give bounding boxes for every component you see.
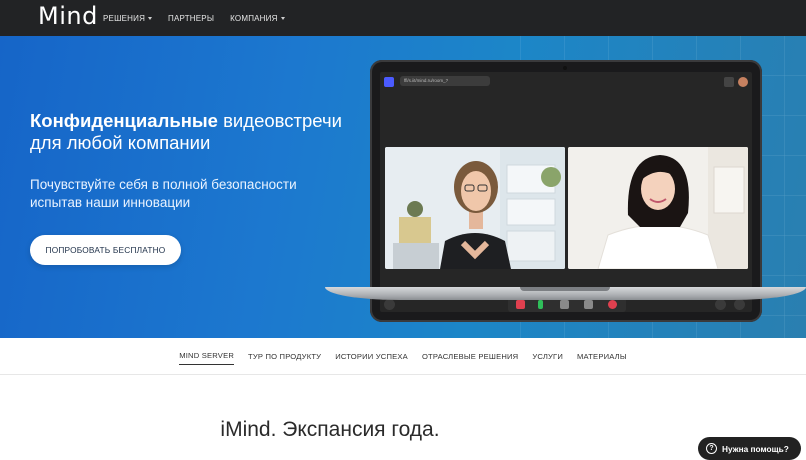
chevron-down-icon bbox=[148, 16, 153, 20]
nav-item-company[interactable]: КОМПАНИЯ bbox=[230, 13, 285, 23]
hero-title: Конфиденциальные видеовстречи для любой … bbox=[30, 110, 370, 154]
layout-icon bbox=[724, 77, 734, 87]
laptop-lid: ffl/s.iit/mind.ru/room_? bbox=[370, 60, 762, 322]
section-title: iMind. Экспансия года. bbox=[220, 418, 440, 441]
help-label: Нужна помощь? bbox=[722, 443, 789, 454]
avatar bbox=[738, 77, 748, 87]
product-subnav: MIND SERVER ТУР ПО ПРОДУКТУ ИСТОРИИ УСПЕ… bbox=[0, 338, 806, 375]
hero-title-bold: Конфиденциальные bbox=[30, 110, 218, 131]
nav-item-label: КОМПАНИЯ bbox=[230, 13, 278, 23]
participants-icon[interactable] bbox=[715, 299, 726, 310]
laptop-mockup: ffl/s.iit/mind.ru/room_? bbox=[370, 60, 762, 324]
site-logo[interactable]: Mind bbox=[38, 2, 98, 30]
participant-video-right bbox=[568, 147, 748, 269]
end-call-icon[interactable] bbox=[608, 300, 617, 309]
subnav-item-services[interactable]: УСЛУГИ bbox=[532, 348, 563, 365]
try-free-button[interactable]: ПОПРОБОВАТЬ БЕСПЛАТНО bbox=[30, 235, 181, 265]
video-call-screen: ffl/s.iit/mind.ru/room_? bbox=[380, 72, 752, 312]
chat-icon[interactable] bbox=[384, 299, 395, 310]
record-icon[interactable] bbox=[516, 300, 525, 309]
nav-item-solutions[interactable]: РЕШЕНИЯ bbox=[103, 13, 153, 23]
hero-subtitle: Почувствуйте себя в полной безопасности … bbox=[30, 177, 297, 210]
top-navbar: Mind РЕШЕНИЯ ПАРТНЕРЫ КОМПАНИЯ bbox=[0, 0, 806, 36]
messages-icon[interactable] bbox=[734, 299, 745, 310]
laptop-base-wrap bbox=[325, 323, 806, 338]
question-icon: ? bbox=[706, 443, 717, 454]
app-logo-icon bbox=[384, 77, 394, 87]
subnav-item-industry-solutions[interactable]: ОТРАСЛЕВЫЕ РЕШЕНИЯ bbox=[422, 348, 518, 365]
microphone-icon[interactable] bbox=[538, 300, 543, 309]
main-nav: РЕШЕНИЯ ПАРТНЕРЫ КОМПАНИЯ bbox=[103, 0, 301, 36]
chevron-down-icon bbox=[280, 16, 285, 20]
participant-illustration bbox=[568, 147, 748, 269]
help-chat-button[interactable]: ? Нужна помощь? bbox=[698, 437, 801, 460]
nav-item-partners[interactable]: ПАРТНЕРЫ bbox=[168, 14, 214, 23]
camera-icon[interactable] bbox=[560, 300, 569, 309]
subnav-item-mind-server[interactable]: MIND SERVER bbox=[179, 347, 235, 365]
subnav-item-product-tour[interactable]: ТУР ПО ПРОДУКТУ bbox=[248, 348, 321, 365]
camera-dot bbox=[563, 66, 567, 70]
subnav-item-success-stories[interactable]: ИСТОРИИ УСПЕХА bbox=[335, 348, 408, 365]
participant-illustration bbox=[385, 147, 565, 269]
participant-video-left bbox=[385, 147, 565, 269]
room-link: ffl/s.iit/mind.ru/room_? bbox=[400, 76, 490, 86]
subnav-item-materials[interactable]: МАТЕРИАЛЫ bbox=[577, 348, 627, 365]
screen-share-icon[interactable] bbox=[584, 300, 593, 309]
call-top-bar: ffl/s.iit/mind.ru/room_? bbox=[380, 72, 752, 90]
nav-item-label: ПАРТНЕРЫ bbox=[168, 13, 215, 23]
nav-item-label: РЕШЕНИЯ bbox=[103, 13, 146, 23]
laptop-base-notch bbox=[520, 287, 610, 291]
